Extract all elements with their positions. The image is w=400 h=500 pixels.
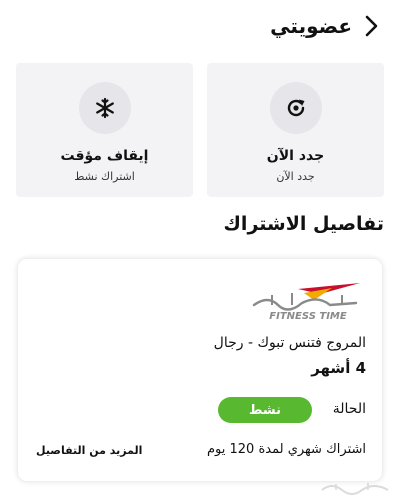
membership-duration: 4 أشهر	[311, 359, 366, 377]
renew-now-subtitle: جدد الآن	[276, 170, 315, 183]
plan-description: اشتراك شهري لمدة 120 يوم	[206, 442, 366, 457]
renew-now-title: جدد الآن	[266, 148, 325, 164]
action-cards: جدد الآن جدد الآن إيقاف مؤقت اشتراك نشط	[16, 63, 384, 197]
page-title: عضويتي	[270, 14, 352, 38]
pause-title: إيقاف مؤقت	[60, 148, 149, 164]
status-badge: نشط	[218, 397, 312, 423]
logo-wordmark: FITNESS TIME	[269, 311, 347, 322]
header: عضويتي	[0, 0, 400, 52]
more-details-link[interactable]: المزيد من التفاصيل	[36, 444, 142, 457]
pause-subtitle: اشتراك نشط	[74, 170, 135, 183]
watermark-logo	[321, 483, 389, 495]
subscription-details-title: تفاصيل الاشتراك	[223, 213, 384, 235]
snowflake-icon-circle	[78, 82, 131, 134]
pause-card[interactable]: إيقاف مؤقت اشتراك نشط	[16, 63, 193, 197]
status-label: الحالة	[332, 401, 366, 417]
fitness-time-logo: FITNESS TIME	[252, 283, 360, 322]
back-button[interactable]	[360, 14, 384, 38]
chevron-right-icon	[365, 15, 378, 37]
gym-name: المروج فتنس تبوك - رجال	[213, 335, 366, 351]
renew-now-card[interactable]: جدد الآن جدد الآن	[207, 63, 384, 197]
snowflake-icon	[95, 97, 114, 119]
subscription-card: FITNESS TIME المروج فتنس تبوك - رجال 4 أ…	[17, 258, 383, 482]
renew-icon	[287, 99, 304, 117]
membership-screen: عضويتي جدد الآن جدد الآن إيقاف مؤقت اشتر…	[0, 0, 400, 500]
renew-icon-circle	[269, 82, 322, 134]
